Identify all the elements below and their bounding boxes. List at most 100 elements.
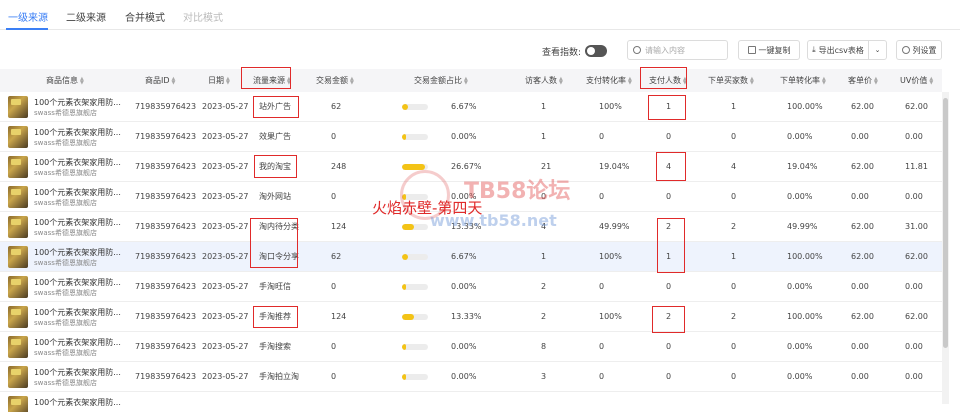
table-row[interactable]: 100个元素衣架家用防... swass希德恩旗舰店 719835976423 202… [0, 332, 942, 362]
product-thumbnail[interactable] [8, 126, 28, 148]
sort-icon: ▲ ▼ [683, 75, 687, 86]
product-name[interactable]: 100个元素衣架家用防... [34, 337, 134, 348]
share-bar-fill [402, 374, 406, 380]
tab-primary-source[interactable]: 一级来源 [8, 9, 48, 24]
product-thumbnail[interactable] [8, 96, 28, 118]
column-header[interactable]: UV价值 ▲ ▼ [900, 69, 934, 92]
visitors-cell: 3 [541, 372, 547, 381]
index-toggle[interactable] [585, 45, 608, 57]
share-bar [402, 134, 428, 140]
tab-secondary-source[interactable]: 二级来源 [66, 9, 106, 24]
copy-button[interactable]: 一键复制 [738, 40, 800, 60]
column-header[interactable]: 商品ID ▲ ▼ [145, 69, 177, 92]
traffic-source-cell: 我的淘宝 [259, 162, 291, 171]
pay-rate-cell: 0 [599, 192, 605, 201]
product-name[interactable]: 100个元素衣架家用防... [34, 277, 134, 288]
table-row[interactable]: 100个元素衣架家用防... swass希德恩旗舰店 719835976423 202… [0, 302, 942, 332]
sort-icon: ▲ ▼ [350, 75, 354, 86]
shop-name: swass希德恩旗舰店 [34, 379, 97, 387]
product-name[interactable]: 100个元素衣架家用防... [34, 307, 134, 318]
share-bar [402, 344, 428, 350]
product-name[interactable]: 100个元素衣架家用防... [34, 367, 134, 378]
column-header[interactable]: 流量来源 ▲ ▼ [253, 69, 292, 92]
column-header[interactable]: 下单买家数 ▲ ▼ [708, 69, 755, 92]
product-name[interactable]: 100个元素衣架家用防... [34, 217, 134, 228]
table-row[interactable]: 100个元素衣架家用防... [0, 392, 942, 412]
share-bar [402, 254, 428, 260]
table-row[interactable]: 100个元素衣架家用防... swass希德恩旗舰店 719835976423 202… [0, 242, 942, 272]
table-row[interactable]: 100个元素衣架家用防... swass希德恩旗舰店 719835976423 202… [0, 272, 942, 302]
pay-rate-cell: 0 [599, 132, 605, 141]
order-rate-cell: 100.00% [787, 252, 823, 261]
shop-name: swass希德恩旗舰店 [34, 319, 97, 327]
product-thumbnail[interactable] [8, 246, 28, 268]
product-thumbnail[interactable] [8, 396, 28, 412]
date-cell: 2023-05-27 [202, 282, 249, 291]
share-percent-cell: 13.33% [451, 312, 482, 321]
tab-compare-mode[interactable]: 对比模式 [183, 9, 223, 24]
product-thumbnail[interactable] [8, 336, 28, 358]
order-buyers-cell: 0 [731, 342, 737, 351]
toggle-knob [587, 47, 596, 55]
product-thumbnail[interactable] [8, 366, 28, 388]
uv-value-cell: 0.00 [905, 132, 923, 141]
order-rate-cell: 0.00% [787, 342, 813, 351]
visitors-cell: 1 [541, 252, 547, 261]
amount-cell: 0 [331, 372, 337, 381]
aov-cell: 0.00 [851, 342, 869, 351]
vertical-scrollbar[interactable] [942, 92, 949, 404]
aov-cell: 62.00 [851, 222, 874, 231]
traffic-source-cell: 效果广告 [259, 132, 291, 141]
export-dropdown-button[interactable]: ⌄ [868, 40, 887, 60]
pay-rate-cell: 49.99% [599, 222, 630, 231]
table-row[interactable]: 100个元素衣架家用防... swass希德恩旗舰店 719835976423 202… [0, 92, 942, 122]
search-box[interactable] [627, 40, 728, 60]
column-header[interactable]: 客单价 ▲ ▼ [848, 69, 879, 92]
column-header[interactable]: 下单转化率 ▲ ▼ [780, 69, 827, 92]
product-name[interactable]: 100个元素衣架家用防... [34, 97, 134, 108]
order-buyers-cell: 1 [731, 252, 737, 261]
order-rate-cell: 49.99% [787, 222, 818, 231]
product-thumbnail[interactable] [8, 186, 28, 208]
product-thumbnail[interactable] [8, 216, 28, 238]
table-row[interactable]: 100个元素衣架家用防... swass希德恩旗舰店 719835976423 202… [0, 362, 942, 392]
order-buyers-cell: 2 [731, 222, 737, 231]
shop-name: swass希德恩旗舰店 [34, 139, 97, 147]
sort-icon: ▲ ▼ [171, 75, 176, 86]
product-thumbnail[interactable] [8, 156, 28, 178]
product-thumbnail[interactable] [8, 306, 28, 328]
column-header[interactable]: 支付转化率 ▲ ▼ [586, 69, 633, 92]
column-header[interactable]: 商品信息 ▲ ▼ [46, 69, 85, 92]
share-bar [402, 224, 428, 230]
product-name[interactable]: 100个元素衣架家用防... [34, 397, 134, 408]
column-header[interactable]: 访客人数 ▲ ▼ [525, 69, 564, 92]
tab-merge-mode[interactable]: 合并模式 [125, 9, 165, 24]
amount-cell: 0 [331, 192, 337, 201]
sort-icon: ▲ ▼ [874, 75, 878, 86]
order-buyers-cell: 0 [731, 192, 737, 201]
product-name[interactable]: 100个元素衣架家用防... [34, 187, 134, 198]
traffic-source-cell: 淘口令分享 [259, 252, 299, 261]
share-percent-cell: 0.00% [451, 372, 477, 381]
sort-icon: ▲ ▼ [226, 75, 230, 86]
column-header[interactable]: 日期 ▲ ▼ [208, 69, 231, 92]
product-name[interactable]: 100个元素衣架家用防... [34, 127, 134, 138]
table-header: 商品信息 ▲ ▼ 商品ID ▲ ▼ 日期 ▲ ▼ 流量来源 ▲ ▼ 交易金额 ▲ ▼ 交易金额占比 ▲… [0, 69, 942, 92]
order-buyers-cell: 2 [731, 312, 737, 321]
product-id-cell: 719835976423 [135, 312, 197, 321]
product-name[interactable]: 100个元素衣架家用防... [34, 157, 134, 168]
product-thumbnail[interactable] [8, 276, 28, 298]
sort-icon: ▲ ▼ [287, 75, 291, 86]
product-name[interactable]: 100个元素衣架家用防... [34, 247, 134, 258]
column-header[interactable]: 交易金额占比 ▲ ▼ [414, 69, 469, 92]
column-header[interactable]: 支付人数 ▲ ▼ [649, 69, 688, 92]
column-settings-button[interactable]: 列设置 [896, 40, 942, 60]
search-input[interactable] [645, 45, 725, 55]
export-csv-button[interactable]: ⤓ 导出csv表格 [807, 40, 869, 60]
scrollbar-thumb[interactable] [943, 98, 948, 348]
column-header[interactable]: 交易金额 ▲ ▼ [316, 69, 355, 92]
order-buyers-cell: 1 [731, 102, 737, 111]
table-row[interactable]: 100个元素衣架家用防... swass希德恩旗舰店 719835976423 202… [0, 122, 942, 152]
share-bar-fill [402, 134, 406, 140]
shop-name: swass希德恩旗舰店 [34, 169, 97, 177]
